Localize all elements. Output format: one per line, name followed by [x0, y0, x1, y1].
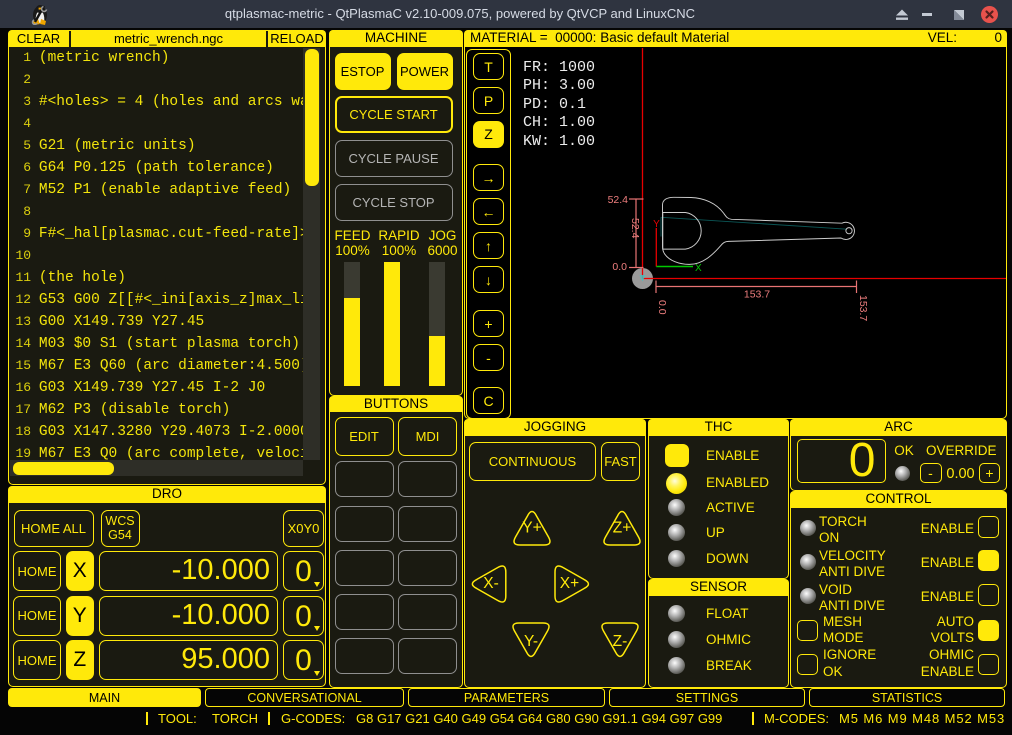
svg-text:52.4: 52.4 [608, 194, 629, 206]
svg-text:X+: X+ [560, 575, 579, 592]
svg-text:Z+: Z+ [613, 520, 632, 537]
svg-text:Y+: Y+ [522, 520, 541, 537]
svg-text:52.4: 52.4 [629, 218, 641, 239]
svg-text:X: X [695, 263, 702, 274]
svg-text:0.0: 0.0 [656, 300, 668, 315]
svg-text:Z-: Z- [613, 633, 628, 650]
svg-text:X-: X- [483, 575, 499, 592]
svg-text:0.0: 0.0 [612, 261, 627, 273]
svg-text:153.7: 153.7 [857, 295, 869, 321]
svg-text:153.7: 153.7 [744, 289, 770, 301]
svg-text:Y: Y [653, 219, 660, 230]
svg-text:Y-: Y- [524, 633, 538, 650]
